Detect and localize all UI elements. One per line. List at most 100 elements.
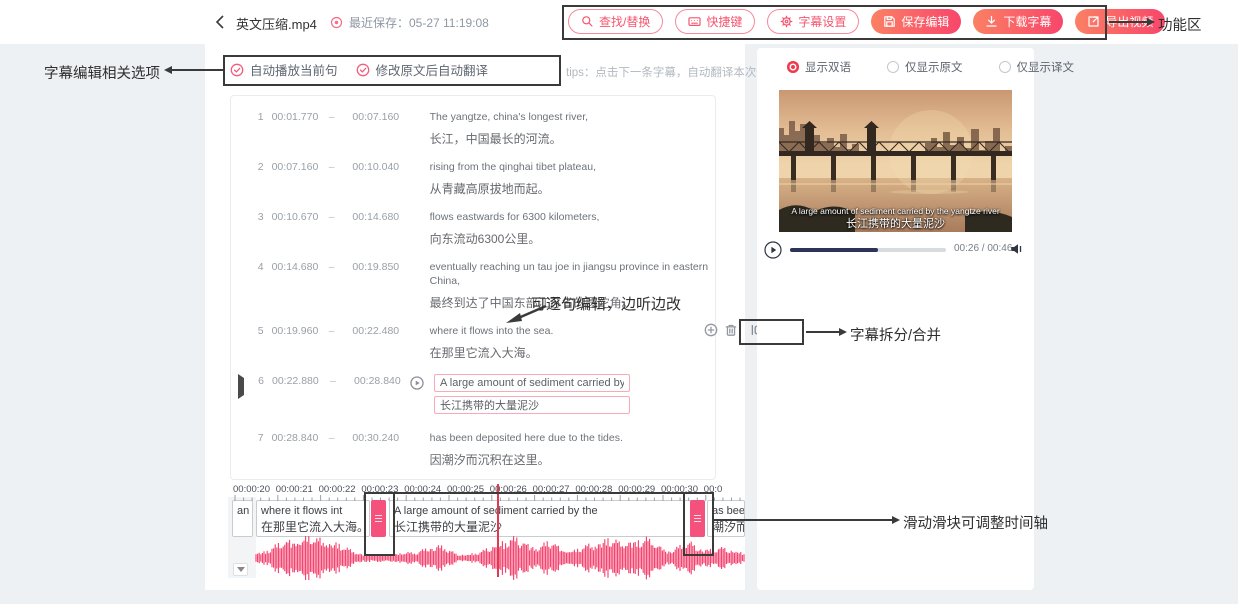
bilingual-radio[interactable]: 显示双语 [787, 59, 851, 75]
subtitle-settings-button[interactable]: 字幕设置 [767, 9, 860, 34]
timeline-block[interactable]: A large amount of sediment carried by th… [389, 500, 703, 537]
block-en: where it flows int [261, 505, 343, 517]
auto-play-current-checkbox[interactable]: 自动播放当前句 [230, 60, 338, 79]
source-text-input[interactable] [434, 374, 630, 392]
autosave-text: 最近保存：05-27 11:19:08 [349, 16, 489, 30]
start-time[interactable]: 00:07.160 [272, 160, 319, 175]
start-time[interactable]: 00:28.840 [272, 431, 319, 446]
check-circle-icon [356, 63, 370, 77]
subtitle-text: The yangtze, china's longest river, 长江，中… [430, 110, 715, 147]
subtitle-row[interactable]: 2 00:07.160– 00:10.040 rising from the qin… [238, 160, 715, 197]
subtitle-en: has been deposited here due to the tides… [429, 432, 623, 444]
translation-only-radio[interactable]: 仅显示译文 [998, 59, 1075, 75]
subtitle-zh: 向东流动6300公里。 [429, 232, 541, 246]
find-replace-button[interactable]: 查找/替换 [568, 9, 664, 34]
end-time[interactable]: 00:07.160 [352, 110, 399, 125]
time-dash: – [328, 211, 335, 223]
subtitle-text: has been deposited here due to the tides… [430, 431, 715, 468]
button-label: 快捷键 [706, 15, 743, 29]
active-row-marker [238, 110, 248, 114]
time-dash: – [328, 161, 335, 173]
subtitle-zh: 因潮汐而沉积在这里。 [429, 453, 550, 467]
end-time[interactable]: 00:22.480 [352, 324, 399, 339]
button-label: 字幕设置 [798, 15, 847, 29]
button-label: 保存编辑 [901, 15, 950, 29]
timeline-drag-handle[interactable] [371, 500, 386, 537]
row-number: 4 [257, 261, 264, 273]
save-edit-button[interactable]: 保存编辑 [871, 9, 962, 34]
timeline-block[interactable]: where it flows int 在那里它流入大海。 [256, 500, 370, 537]
time-dash: – [328, 432, 335, 444]
download-icon [985, 15, 998, 28]
end-time[interactable]: 00:30.240 [352, 431, 399, 446]
shortcuts-button[interactable]: 快捷键 [675, 9, 756, 34]
preview-play-button[interactable] [764, 241, 782, 259]
annotation-function-area: 功能区 [1158, 18, 1202, 34]
back-button[interactable] [214, 14, 226, 30]
row-play-button[interactable] [410, 376, 424, 418]
radio-label: 仅显示原文 [905, 62, 963, 74]
delete-subtitle-button[interactable] [724, 323, 738, 337]
progress-bar[interactable] [790, 248, 946, 252]
end-time[interactable]: 00:10.040 [352, 160, 399, 175]
timeline-block[interactable]: an [232, 500, 253, 537]
source-only-radio[interactable]: 仅显示原文 [887, 59, 963, 75]
annotation-connector [395, 492, 683, 494]
toolbar: 查找/替换快捷键字幕设置保存编辑下载字幕导出视频 [568, 9, 1166, 34]
subtitle-en: The yangtze, china's longest river, [429, 111, 589, 123]
subtitle-en: rising from the qinghai tibet plateau, [429, 161, 596, 173]
subtitle-row[interactable]: 3 00:10.670– 00:14.680 flows eastwards for… [238, 210, 715, 247]
row-number: 3 [257, 211, 264, 223]
volume-icon[interactable] [1010, 242, 1024, 256]
export-icon [1087, 15, 1100, 28]
keyboard-icon [688, 15, 701, 28]
gear-icon [780, 15, 793, 28]
start-time[interactable]: 00:01.770 [272, 110, 319, 125]
annotation-arrow [1109, 21, 1147, 23]
start-time[interactable]: 00:14.680 [272, 260, 319, 275]
subtitle-row[interactable]: 7 00:28.840– 00:30.240 has been deposited … [238, 431, 715, 468]
download-subtitle-button[interactable]: 下载字幕 [973, 9, 1064, 34]
annotation-arrow [806, 331, 839, 333]
audio-waveform[interactable] [228, 536, 745, 580]
subtitle-en: where it flows into the sea. [429, 325, 554, 337]
subtitle-zh: 长江，中国最长的河流。 [429, 132, 562, 146]
end-time[interactable]: 00:19.850 [352, 260, 399, 275]
start-time[interactable]: 00:22.880 [272, 374, 320, 389]
block-en: as been [712, 505, 745, 517]
video-title: 英文压缩.mp4 [236, 17, 317, 32]
end-time[interactable]: 00:28.840 [354, 374, 402, 389]
subtitle-row[interactable]: 1 00:01.770– 00:07.160 The yangtze, china'… [238, 110, 715, 147]
auto-translate-checkbox[interactable]: 修改原文后自动翻译 [356, 60, 488, 79]
translation-text-input[interactable] [434, 396, 630, 414]
display-mode-group: 显示双语 仅显示原文 仅显示译文 [787, 59, 1074, 75]
annotation-split-merge: 字幕拆分/合并 [850, 328, 942, 344]
add-subtitle-button[interactable] [704, 323, 718, 337]
video-subtitle-overlay: A large amount of sediment carried by th… [779, 205, 1012, 231]
autosave-icon [330, 16, 343, 29]
subtitle-row[interactable]: 6 00:22.880– 00:28.840 [238, 374, 715, 418]
start-time[interactable]: 00:10.670 [272, 210, 319, 225]
active-row-marker [238, 260, 248, 264]
start-time[interactable]: 00:19.960 [272, 324, 319, 339]
edit-options-row: 自动播放当前句 修改原文后自动翻译 [230, 60, 488, 79]
end-time[interactable]: 00:14.680 [352, 210, 399, 225]
annotation-inline-edit: 可逐句编辑，边听边改 [531, 296, 682, 313]
timeline-drag-handle[interactable] [690, 500, 705, 537]
subtitle-text: rising from the qinghai tibet plateau, 从… [430, 160, 715, 197]
block-en: A large amount of sediment carried by th… [394, 505, 598, 517]
subtitle-row[interactable]: 5 00:19.960– 00:22.480 where it flows into… [238, 324, 715, 361]
subtitle-zh: 在那里它流入大海。 [429, 346, 538, 360]
annotation-edit-options: 字幕编辑相关选项 [44, 66, 160, 82]
radio-label: 仅显示译文 [1016, 62, 1075, 74]
active-row-marker [238, 431, 248, 435]
ruler-ticks [234, 495, 741, 501]
annotation-arrowhead [892, 515, 900, 524]
radio-dot-icon [998, 61, 1011, 73]
subtitle-text: where it flows into the sea. 在那里它流入大海。 [430, 324, 715, 361]
block-zh: 在那里它流入大海。 [261, 520, 370, 534]
subtitle-en: eventually reaching un tau joe in jiangs… [429, 261, 709, 287]
checkbox-label: 自动播放当前句 [250, 64, 338, 78]
row-number: 6 [258, 375, 264, 387]
timeline-playhead[interactable] [497, 484, 499, 577]
